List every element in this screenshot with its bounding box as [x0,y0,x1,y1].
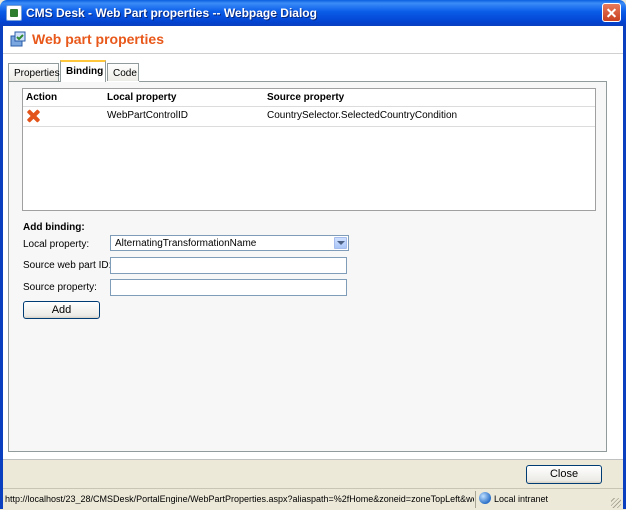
source-property-input[interactable] [110,279,347,296]
row-source-property: CountrySelector.SelectedCountryCondition [267,110,458,121]
column-header-local-property: Local property [107,92,177,103]
chevron-down-icon[interactable] [334,237,347,249]
status-url: http://localhost/23_28/CMSDesk/PortalEng… [5,494,474,504]
dialog-footer: Close [3,459,623,488]
globe-icon [479,492,491,504]
window-titlebar: CMS Desk - Web Part properties -- Webpag… [0,0,626,26]
local-property-select[interactable]: AlternatingTransformationName [110,235,349,251]
app-icon [6,5,22,21]
dialog-header: Web part properties [3,26,623,54]
tab-binding[interactable]: Binding [60,60,106,82]
status-bar: http://localhost/23_28/CMSDesk/PortalEng… [3,488,623,510]
add-binding-heading: Add binding: [23,222,85,233]
status-separator [475,491,476,508]
tab-code[interactable]: Code [107,63,139,81]
web-part-properties-icon [10,31,26,47]
row-local-property: WebPartControlID [107,110,188,121]
local-property-selected-value: AlternatingTransformationName [115,238,257,249]
local-property-label: Local property: [23,239,90,250]
table-row: WebPartControlID CountrySelector.Selecte… [23,106,595,127]
security-zone: Local intranet [494,494,549,504]
resize-grip-icon[interactable] [611,498,621,508]
source-web-part-id-label: Source web part ID: [23,260,112,271]
binding-panel: Action Local property Source property We… [8,82,607,452]
column-header-source-property: Source property [267,92,345,103]
window-close-button[interactable] [602,3,621,22]
dialog-content: Properties Binding Code Action Local pro… [3,54,623,459]
column-header-action: Action [26,92,58,103]
add-button[interactable]: Add [23,301,100,319]
source-web-part-id-input[interactable] [110,257,347,274]
delete-icon[interactable] [27,109,40,122]
bindings-grid: Action Local property Source property We… [22,88,596,211]
window-title: CMS Desk - Web Part properties -- Webpag… [26,6,317,20]
close-button[interactable]: Close [526,465,602,484]
source-property-label: Source property: [23,282,97,293]
grid-header: Action Local property Source property [23,89,595,105]
tab-properties[interactable]: Properties [8,63,60,81]
page-title: Web part properties [32,31,164,47]
